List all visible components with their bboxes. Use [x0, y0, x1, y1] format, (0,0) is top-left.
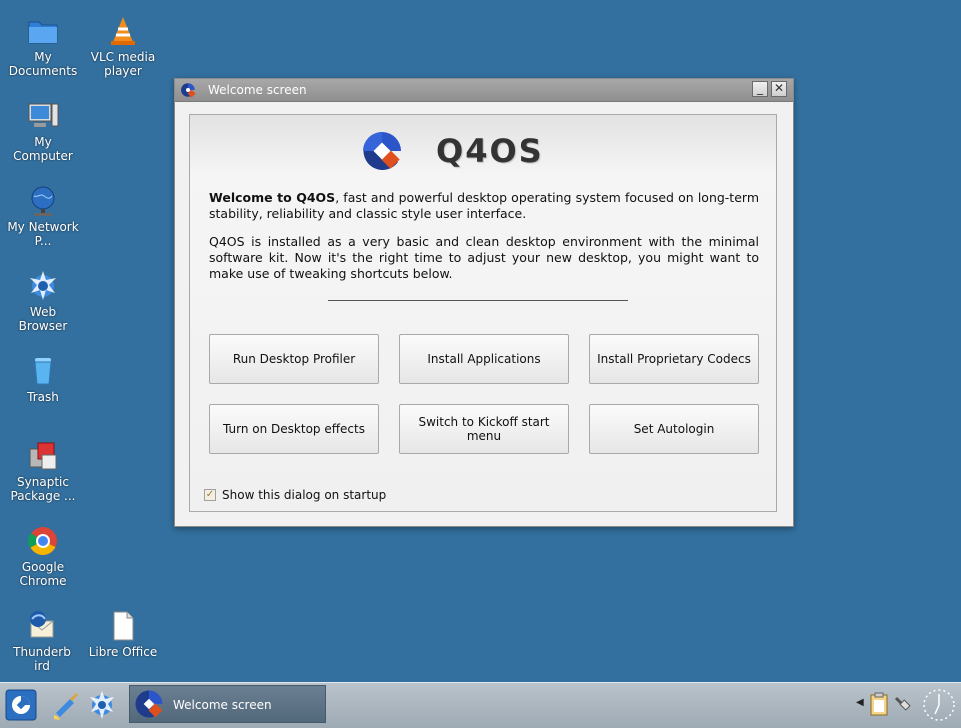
desktop-icon-my-documents[interactable]: My Documents	[7, 14, 79, 78]
desktop-tweaks-launcher[interactable]	[50, 689, 82, 721]
set-autologin-button[interactable]: Set Autologin	[589, 404, 759, 454]
desktop-icon-label: Synaptic Package ...	[10, 475, 76, 503]
web-browser-launcher[interactable]	[86, 689, 118, 721]
desktop-icon-label: My Computer	[13, 135, 73, 163]
desktop-icon-trash[interactable]: Trash	[7, 354, 79, 404]
intro-bold: Welcome to Q4OS	[209, 190, 336, 205]
q4os-logo-icon	[135, 690, 163, 718]
desktop-icon-label: Thunderbird	[13, 645, 71, 673]
network-globe-icon	[26, 184, 60, 218]
desktop-icon-label: My Network P...	[7, 220, 79, 248]
synaptic-package-icon	[26, 439, 60, 473]
welcome-window: Welcome screen _ ✕ Q4OS Welcome to Q4OS,…	[174, 78, 794, 527]
chrome-icon	[26, 524, 60, 558]
web-browser-icon	[90, 691, 114, 719]
desktop-icon-web-browser[interactable]: Web Browser	[7, 269, 79, 333]
desktop-icon-libre-office[interactable]: Libre Office	[87, 609, 159, 659]
close-button[interactable]: ✕	[771, 81, 787, 97]
window-titlebar[interactable]: Welcome screen _ ✕	[175, 79, 793, 102]
tray-expand-arrow[interactable]: ◀	[856, 697, 864, 708]
start-menu-icon	[5, 689, 37, 721]
desktop-icon-label: VLC media player	[90, 50, 156, 78]
task-label: Welcome screen	[173, 698, 272, 712]
task-welcome-screen[interactable]: Welcome screen	[129, 685, 326, 723]
clock-icon[interactable]	[922, 688, 956, 722]
desktop-icon-thunderbird[interactable]: Thunderbird	[7, 609, 77, 673]
switch-kickoff-button[interactable]: Switch to Kickoff start menu	[399, 404, 569, 454]
desktop-icon-label: Trash	[27, 390, 59, 404]
clipboard-icon[interactable]	[870, 692, 888, 716]
q4os-logo-icon	[363, 132, 401, 170]
desktop-icon-label: Web Browser	[18, 305, 68, 333]
q4os-logo-icon	[181, 83, 196, 98]
libreoffice-icon	[106, 609, 140, 643]
web-browser-icon	[26, 269, 60, 303]
install-applications-button[interactable]: Install Applications	[399, 334, 569, 384]
thunderbird-icon	[25, 609, 59, 643]
desktop-icon-label: Google Chrome	[19, 560, 67, 588]
trash-icon	[26, 354, 60, 388]
minimize-button[interactable]: _	[752, 81, 768, 97]
desktop-icon-my-computer[interactable]: My Computer	[7, 99, 79, 163]
info-paragraph: Q4OS is installed as a very basic and cl…	[209, 234, 759, 281]
desktop-icon-vlc[interactable]: VLC media player	[87, 14, 159, 78]
folder-icon	[26, 14, 60, 48]
start-menu-button[interactable]	[5, 689, 37, 721]
computer-icon	[26, 99, 60, 133]
network-cable-icon[interactable]	[893, 693, 913, 713]
welcome-content-panel: Q4OS Welcome to Q4OS, fast and powerful …	[189, 114, 777, 512]
taskbar: Welcome screen ◀	[0, 682, 961, 728]
logo-text: Q4OS	[436, 132, 544, 170]
startup-checkbox-row[interactable]: ✓ Show this dialog on startup	[204, 487, 386, 503]
vlc-cone-icon	[106, 14, 140, 48]
desktop-icon-synaptic[interactable]: Synaptic Package ...	[7, 439, 79, 503]
window-title: Welcome screen	[208, 83, 307, 97]
startup-checkbox-label[interactable]: Show this dialog on startup	[222, 488, 386, 502]
startup-checkbox[interactable]: ✓	[204, 489, 216, 501]
intro-paragraph: Welcome to Q4OS, fast and powerful deskt…	[209, 190, 759, 222]
broom-icon	[54, 693, 78, 720]
divider	[328, 300, 628, 301]
desktop-icon-label: My Documents	[8, 50, 78, 78]
desktop-icon-my-network[interactable]: My Network P...	[7, 184, 79, 248]
desktop-icon-label: Libre Office	[88, 645, 158, 659]
desktop-icon-google-chrome[interactable]: Google Chrome	[7, 524, 79, 588]
desktop-effects-button[interactable]: Turn on Desktop effects	[209, 404, 379, 454]
install-proprietary-codecs-button[interactable]: Install Proprietary Codecs	[589, 334, 759, 384]
run-desktop-profiler-button[interactable]: Run Desktop Profiler	[209, 334, 379, 384]
